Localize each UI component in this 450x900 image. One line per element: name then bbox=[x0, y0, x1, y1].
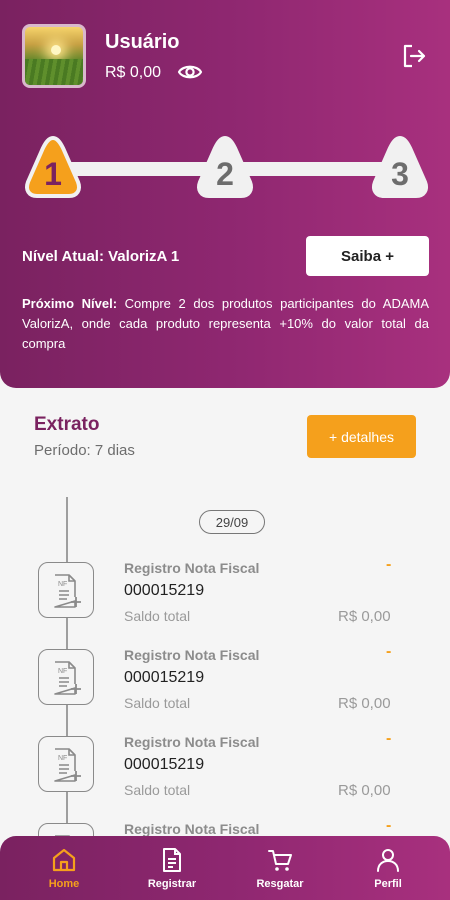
nav-home-label: Home bbox=[48, 877, 80, 890]
statement-entry[interactable]: NF Registro Nota Fiscal 000015219 Saldo … bbox=[0, 730, 450, 816]
entry-saldo-value: R$ 0,00 bbox=[338, 608, 391, 625]
details-button[interactable]: + detalhes bbox=[307, 415, 416, 458]
nav-profile[interactable]: Perfil bbox=[360, 836, 416, 900]
eye-icon[interactable] bbox=[177, 61, 203, 83]
entry-number: 000015219 bbox=[124, 756, 205, 773]
entry-title: Registro Nota Fiscal bbox=[124, 560, 260, 576]
logout-icon[interactable] bbox=[401, 43, 427, 69]
cart-icon bbox=[268, 849, 292, 871]
about-button[interactable]: Saiba + bbox=[306, 236, 429, 276]
statement-entry[interactable]: NF Registro Nota Fiscal 000015219 Saldo … bbox=[0, 556, 450, 642]
level-2-marker: 2 bbox=[194, 134, 256, 200]
nf-document-icon: NF bbox=[38, 649, 94, 705]
nf-document-icon: NF bbox=[38, 562, 94, 618]
home-icon bbox=[52, 848, 76, 871]
bottom-navigation: Home Registrar Resgatar Perfil bbox=[0, 836, 450, 900]
avatar-sun bbox=[51, 45, 61, 55]
next-level-label: Próximo Nível: bbox=[22, 296, 118, 311]
balance-value: R$ 0,00 bbox=[105, 64, 162, 81]
entry-saldo-value: R$ 0,00 bbox=[338, 782, 391, 799]
next-level-description: Próximo Nível: Compre 2 dos produtos par… bbox=[22, 294, 429, 354]
header-panel: Usuário R$ 0,00 1 2 3 Nível Atual: Valor… bbox=[0, 0, 450, 388]
nav-home[interactable]: Home bbox=[38, 836, 90, 900]
entry-number: 000015219 bbox=[124, 669, 205, 686]
entry-title: Registro Nota Fiscal bbox=[124, 647, 260, 663]
level-3-marker: 3 bbox=[369, 134, 431, 200]
level-1-marker: 1 bbox=[22, 134, 84, 200]
entry-number: 000015219 bbox=[124, 582, 205, 599]
entry-status: - bbox=[386, 556, 392, 573]
nav-register[interactable]: Registrar bbox=[140, 836, 204, 900]
entry-title: Registro Nota Fiscal bbox=[124, 734, 260, 750]
nav-profile-label: Perfil bbox=[374, 877, 402, 890]
avatar[interactable] bbox=[22, 24, 86, 88]
level-1-label: 1 bbox=[44, 156, 62, 192]
entry-saldo-label: Saldo total bbox=[124, 608, 191, 624]
user-name: Usuário bbox=[105, 31, 180, 53]
current-level-text: Nível Atual: ValorizA 1 bbox=[22, 248, 180, 265]
nf-icon-text: NF bbox=[58, 581, 67, 588]
nav-redeem[interactable]: Resgatar bbox=[248, 836, 312, 900]
entry-title: Registro Nota Fiscal bbox=[124, 821, 260, 837]
nav-redeem-label: Resgatar bbox=[256, 877, 304, 890]
statement-period: Período: 7 dias bbox=[34, 442, 135, 459]
nav-register-label: Registrar bbox=[147, 877, 197, 890]
nf-icon-text: NF bbox=[58, 755, 67, 762]
nf-document-icon: NF bbox=[38, 736, 94, 792]
entry-saldo-label: Saldo total bbox=[124, 782, 191, 798]
entry-status: - bbox=[386, 817, 392, 834]
level-3-label: 3 bbox=[391, 156, 409, 192]
entry-saldo-value: R$ 0,00 bbox=[338, 695, 391, 712]
user-icon bbox=[377, 848, 399, 872]
entry-status: - bbox=[386, 730, 392, 747]
avatar-field bbox=[25, 59, 83, 85]
date-pill: 29/09 bbox=[199, 510, 265, 534]
entry-saldo-label: Saldo total bbox=[124, 695, 191, 711]
document-icon bbox=[163, 847, 181, 872]
entry-status: - bbox=[386, 643, 392, 660]
statement-entry[interactable]: NF Registro Nota Fiscal 000015219 Saldo … bbox=[0, 643, 450, 729]
nf-icon-text: NF bbox=[58, 668, 67, 675]
level-2-label: 2 bbox=[216, 156, 234, 192]
statement-title: Extrato bbox=[34, 414, 100, 435]
